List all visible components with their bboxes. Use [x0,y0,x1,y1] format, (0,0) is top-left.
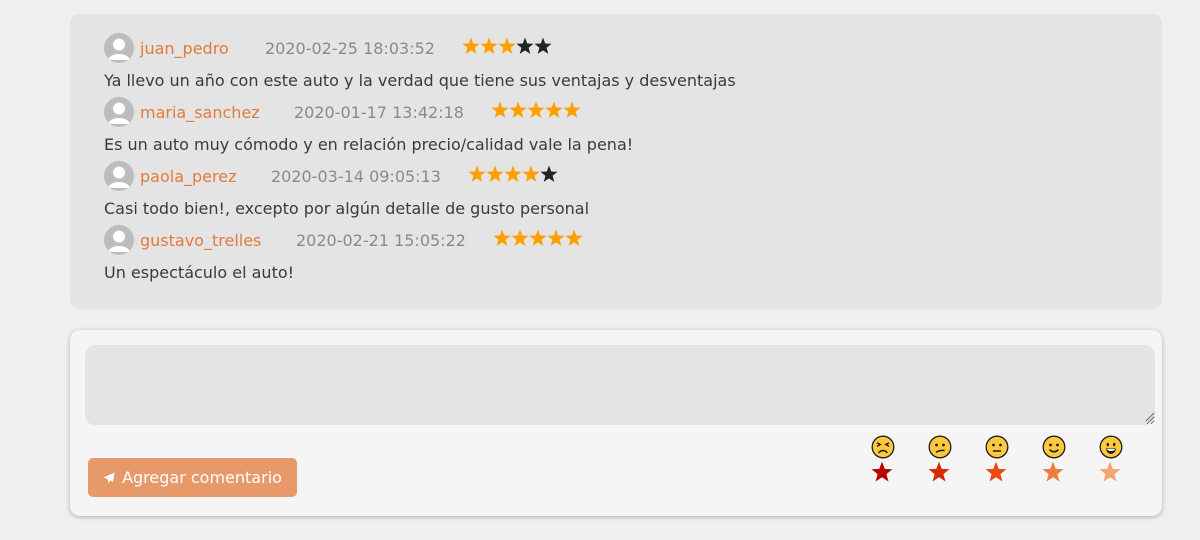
resize-handle-icon[interactable] [1145,412,1155,422]
add-comment-label: Agregar comentario [122,468,282,487]
comment-text: Ya llevo un año con este auto y la verda… [104,71,736,90]
comment-date: 2020-01-17 13:42:18 [294,103,464,122]
star-filled-icon [486,165,504,182]
comment-rating [491,101,581,121]
add-comment-button[interactable]: Agregar comentario [88,458,297,497]
star-empty-icon [534,37,552,54]
comment-text: Es un auto muy cómodo y en relación prec… [104,135,634,154]
rating-option-4[interactable] [1036,435,1072,491]
user-avatar-icon [104,161,134,191]
comment-date: 2020-02-25 18:03:52 [265,39,435,58]
star-filled-icon [498,37,516,54]
star-filled-icon [462,37,480,54]
star-filled-icon [545,101,563,118]
rating-option-1[interactable] [865,435,901,491]
tired-face-icon [871,435,895,459]
rating-star-icon [1042,461,1064,482]
rating-star-icon [1099,461,1121,482]
comment-text: Casi todo bien!, excepto por algún detal… [104,199,590,218]
user-avatar-icon [104,225,134,255]
star-filled-icon [563,101,581,118]
star-empty-icon [540,165,558,182]
star-filled-icon [509,101,527,118]
person-icon [104,161,134,191]
comment-rating [468,165,558,185]
comment-rating [462,37,552,57]
comment-username[interactable]: paola_perez [140,167,236,186]
comment-header: paola_perez 2020-03-14 09:05:13 [104,161,1104,191]
star-filled-icon [522,165,540,182]
comment-date: 2020-03-14 09:05:13 [271,167,441,186]
star-filled-icon [511,229,529,246]
comment-header: juan_pedro 2020-02-25 18:03:52 [104,33,1104,63]
confused-face-icon [928,435,952,459]
comment-input[interactable] [85,345,1155,425]
paper-plane-icon [103,472,115,483]
star-filled-icon [504,165,522,182]
star-filled-icon [491,101,509,118]
neutral-face-icon [985,435,1009,459]
slightly-smiling-face-icon [1042,435,1066,459]
person-icon [104,225,134,255]
comment-date: 2020-02-21 15:05:22 [296,231,466,250]
person-icon [104,97,134,127]
comment-rating [493,229,583,249]
star-filled-icon [468,165,486,182]
comment-header: maria_sanchez 2020-01-17 13:42:18 [104,97,1104,127]
comment-header: gustavo_trelles 2020-02-21 15:05:22 [104,225,1104,255]
person-icon [104,33,134,63]
comment-username[interactable]: juan_pedro [140,39,229,58]
user-avatar-icon [104,33,134,63]
grinning-face-icon [1099,435,1123,459]
comment-username[interactable]: gustavo_trelles [140,231,261,250]
user-avatar-icon [104,97,134,127]
rating-star-icon [985,461,1007,482]
rating-star-icon [871,461,893,482]
comment-text: Un espectáculo el auto! [104,263,295,282]
comment-form: Agregar comentario [70,330,1162,516]
comments-list: juan_pedro 2020-02-25 18:03:52 Ya llevo … [70,14,1162,309]
star-filled-icon [565,229,583,246]
rating-picker [865,435,1155,495]
rating-star-icon [928,461,950,482]
rating-option-5[interactable] [1093,435,1129,491]
star-filled-icon [480,37,498,54]
star-filled-icon [547,229,565,246]
star-filled-icon [493,229,511,246]
star-filled-icon [527,101,545,118]
star-filled-icon [529,229,547,246]
comment-username[interactable]: maria_sanchez [140,103,260,122]
rating-option-3[interactable] [979,435,1015,491]
rating-option-2[interactable] [922,435,958,491]
star-empty-icon [516,37,534,54]
